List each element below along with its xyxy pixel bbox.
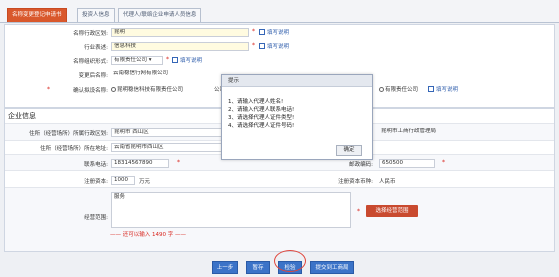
dialog-title: 提示 [222,75,372,87]
tab-name-change-application[interactable]: 名称变更登记申请书 [7,8,67,22]
prev-step-button[interactable]: 上一步 [212,261,238,274]
confirm-option-1[interactable]: 昆明稳信科技有限责任公司 [111,85,183,93]
select-scope-button[interactable]: 选择经营范围 [366,205,418,217]
dialog-message-line: 3、请选择代理人证件类型! [228,115,295,121]
tab-investor-info[interactable]: 投资人信息 [77,8,115,22]
industry-input[interactable]: 信息科技 [111,42,249,51]
org-help-link[interactable]: 填写说明 [172,56,202,64]
info-icon [259,43,265,49]
region-label: 住所（经营场所）所属行政区划: [29,131,108,137]
phone-label: 联系电话: [84,162,108,168]
help-text: 填写说明 [267,30,290,36]
section-title: 企业信息 [8,112,36,120]
changed-name-label: 变更后名称: [78,73,108,79]
required-mark: * [252,28,255,35]
info-icon [428,86,434,92]
help-text: 填写说明 [436,87,459,93]
scope-label: 经营范围: [84,215,108,221]
region-input[interactable]: 昆明市 西山区 [111,128,225,137]
name-region-input[interactable]: 昆明 [111,28,249,37]
postcode-input[interactable]: 650500 [379,159,435,168]
required-mark: * [166,56,169,63]
dialog-message-line: 4、请选择代理人证件号码! [228,123,295,129]
dialog-message-line: 1、请输入代理人姓名! [228,99,284,105]
phone-input[interactable]: 18314567890 [111,159,169,168]
radio-icon [379,87,384,92]
chevron-down-icon: ▾ [148,57,152,63]
submit-to-bureau-button[interactable]: 提交到工商局 [310,261,354,274]
confirm-option-2[interactable]: 有限责任公司 [379,85,418,93]
info-icon [259,29,265,35]
confirm-option-2-label: 有限责任公司 [385,87,419,93]
help-text: 填写说明 [180,58,203,64]
highlight-circle [274,250,306,272]
required-mark: * [357,208,360,215]
capital-unit: 万元 [139,179,151,185]
changed-name-value: 云南稳信行网有限公司 [111,70,223,79]
industry-help-link[interactable]: 填写说明 [259,42,289,50]
confirm-name-label: 确认拟设名称: [73,88,108,94]
authority-value: 昆明市工商行政管理局 [381,128,437,134]
postcode-label: 邮政编码: [349,162,373,168]
help-text: 填写说明 [267,44,290,50]
confirm-help-link[interactable]: 填写说明 [428,85,458,93]
required-mark: * [47,86,50,93]
alert-dialog: 提示 1、请输入代理人姓名! 2、请输入代理人联系电话! 3、请选择代理人证件类… [221,74,373,160]
radio-icon [111,87,116,92]
org-form-select[interactable]: 有限责任公司 ▾ [111,56,163,65]
address-input[interactable]: 云南省昆明市西山区 [111,143,225,152]
dialog-message-line: 2、请输入代理人联系电话! [228,107,295,113]
industry-label: 行业表述: [84,45,108,51]
org-form-label: 名称组织形式: [73,59,108,65]
tab-agent-info[interactable]: 代理人/联络企业申请人员信息 [118,8,202,22]
dialog-ok-button[interactable]: 确定 [336,145,362,156]
capital-input[interactable]: 1000 [111,176,135,185]
capital-label: 注册资本: [84,179,108,185]
name-region-label: 名称行政区划: [73,31,108,37]
org-form-value: 有限责任公司 [114,57,148,63]
char-count-warning: —— 还可以输入 1490 字 —— [110,232,186,238]
save-draft-button[interactable]: 暂存 [246,261,270,274]
address-label: 住所（经营场所）所在地址: [40,146,108,152]
confirm-option-1-label: 昆明稳信科技有限责任公司 [117,87,184,93]
required-mark: * [177,159,180,166]
currency-value: 人民币 [379,179,396,185]
required-mark: * [252,42,255,49]
info-icon [172,57,178,63]
scope-textarea[interactable]: 服务 [111,192,351,228]
currency-label: 注册资本币种: [338,179,373,185]
required-mark: * [442,159,445,166]
name-help-link[interactable]: 填写说明 [259,28,289,36]
tab-bar: 名称变更登记申请书 投资人信息 代理人/联络企业申请人员信息 [0,0,559,23]
